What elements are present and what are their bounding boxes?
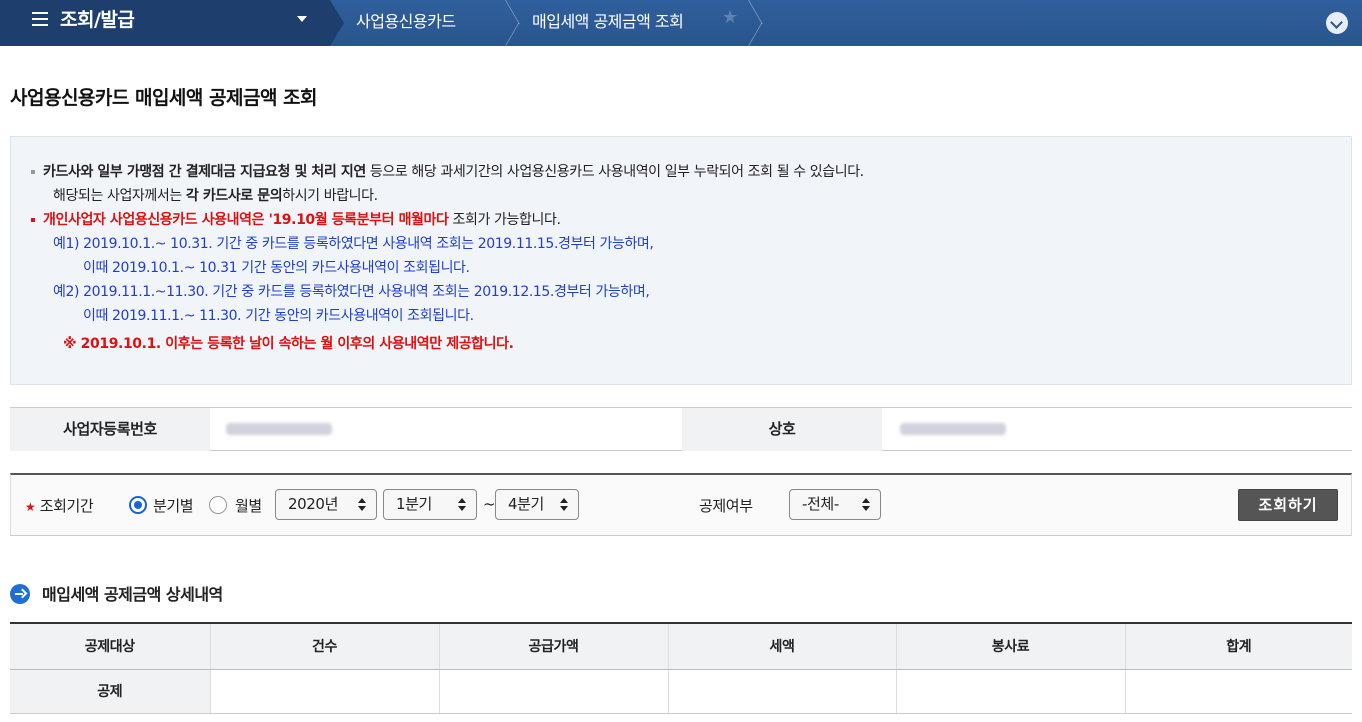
- radio-month-label[interactable]: 월별: [235, 495, 262, 516]
- name-value: [882, 408, 1352, 451]
- chevron-down-icon[interactable]: [297, 16, 307, 22]
- expand-chevron-icon[interactable]: [1326, 12, 1348, 34]
- select-arrows-icon: [862, 498, 870, 512]
- bullet-icon: [31, 170, 35, 174]
- to-quarter-value: 4분기: [508, 495, 544, 513]
- table-cell: [1124, 669, 1352, 714]
- biz-no-value: [210, 408, 682, 451]
- hamburger-icon[interactable]: [32, 12, 48, 28]
- year-select[interactable]: 2020년: [275, 489, 377, 520]
- column-header: 공급가액: [438, 622, 668, 670]
- column-header: 봉사료: [895, 622, 1125, 670]
- notice-example-2b: 이때 2019.11.1.~ 11.30. 기간 동안의 카드사용내역이 조회됩…: [83, 308, 474, 324]
- notice-line-3-red: 개인사업자 사업용신용카드 사용내역은 '19.10월 등록분부터 매월마다: [43, 212, 449, 228]
- column-header: 건수: [209, 622, 439, 670]
- deduct-select[interactable]: -전체-: [789, 489, 881, 520]
- notice-line-2-pre: 해당되는 사업자께서는: [53, 188, 186, 204]
- range-tilde: ~: [483, 495, 496, 513]
- notice-example-2a: 예2) 2019.11.1.~11.30. 기간 중 카드를 등록하였다면 사용…: [53, 284, 650, 300]
- page-title: 사업용신용카드 매입세액 공제금액 조회: [10, 87, 318, 109]
- table-header-row: 공제대상 건수 공급가액 세액 봉사료 합계: [10, 622, 1352, 670]
- deduct-label: 공제여부: [699, 497, 753, 515]
- table-row: 공제: [10, 669, 1352, 714]
- from-quarter-select[interactable]: 1분기: [383, 489, 477, 520]
- required-star-icon: ★: [25, 500, 36, 514]
- menu-segment[interactable]: 조회/발급: [0, 0, 330, 46]
- table-cell: [209, 669, 439, 714]
- deduction-detail-table: 공제대상 건수 공급가액 세액 봉사료 합계 공제: [10, 622, 1352, 714]
- year-select-value: 2020년: [288, 495, 338, 513]
- arrow-circle-icon: [10, 584, 30, 604]
- table-cell: 공제: [10, 669, 210, 714]
- notice-box: 카드사와 일부 가맹점 간 결제대금 지급요청 및 처리 지연 등으로 해당 과…: [10, 136, 1352, 385]
- column-header: 공제대상: [10, 622, 210, 670]
- business-info-row: 사업자등록번호 상호: [10, 407, 1352, 451]
- favorite-star-icon[interactable]: ★: [722, 7, 738, 28]
- breadcrumb-credit-card[interactable]: 사업용신용카드: [356, 8, 456, 32]
- period-label-wrap: ★ 조회기간: [25, 495, 94, 516]
- select-arrows-icon: [358, 498, 366, 512]
- notice-line-1: 카드사와 일부 가맹점 간 결제대금 지급요청 및 처리 지연 등으로 해당 과…: [31, 161, 864, 181]
- redacted-name: [900, 423, 1006, 435]
- radio-quarter-label[interactable]: 분기별: [153, 495, 194, 516]
- table-cell: [895, 669, 1125, 714]
- notice-warning: ※ 2019.10.1. 이후는 등록한 날이 속하는 월 이후의 사용내역만 …: [63, 336, 514, 352]
- notice-line-3-text: 조회가 가능합니다.: [448, 212, 561, 228]
- search-button[interactable]: 조회하기: [1238, 489, 1338, 521]
- period-label: 조회기간: [39, 497, 94, 515]
- section-title: 매입세액 공제금액 상세내역: [42, 585, 223, 604]
- notice-line-1-bold: 카드사와 일부 가맹점 간 결제대금 지급요청 및 처리 지연: [43, 164, 366, 180]
- table-cell: [667, 669, 896, 714]
- breadcrumb-current-page[interactable]: 매입세액 공제금액 조회: [532, 8, 684, 32]
- to-quarter-select[interactable]: 4분기: [495, 489, 579, 520]
- column-header: 합계: [1124, 622, 1352, 670]
- notice-line-2-post: 하시기 바랍니다.: [282, 188, 378, 204]
- radio-month[interactable]: [209, 496, 227, 514]
- from-quarter-value: 1분기: [396, 495, 432, 513]
- redacted-biz-no: [226, 423, 332, 435]
- notice-line-1-text: 등으로 해당 과세기간의 사업용신용카드 사용내역이 일부 누락되어 조회 될 …: [365, 164, 864, 180]
- deduct-select-value: -전체-: [802, 495, 839, 513]
- biz-no-label: 사업자등록번호: [10, 408, 210, 451]
- bullet-icon: [31, 218, 35, 222]
- notice-line-2-bold: 각 카드사로 문의: [185, 188, 283, 204]
- radio-quarter[interactable]: [129, 496, 147, 514]
- breadcrumb-separator: [748, 0, 762, 46]
- notice-example-1a: 예1) 2019.10.1.~ 10.31. 기간 중 카드를 등록하였다면 사…: [53, 236, 654, 252]
- menu-segment-arrow: [330, 0, 344, 46]
- notice-line-2: 해당되는 사업자께서는 각 카드사로 문의하시기 바랍니다.: [53, 185, 378, 205]
- name-label: 상호: [682, 408, 882, 451]
- select-arrows-icon: [458, 498, 466, 512]
- column-header: 세액: [667, 622, 896, 670]
- select-arrows-icon: [560, 498, 568, 512]
- breadcrumb-separator: [505, 0, 519, 46]
- notice-example-1b: 이때 2019.10.1.~ 10.31 기간 동안의 카드사용내역이 조회됩니…: [83, 260, 470, 276]
- search-form: ★ 조회기간 분기별 월별 2020년 1분기 ~ 4분기 공제여부 -전체- …: [10, 473, 1352, 536]
- notice-line-3: 개인사업자 사업용신용카드 사용내역은 '19.10월 등록분부터 매월마다 조…: [31, 209, 561, 229]
- menu-title[interactable]: 조회/발급: [60, 5, 135, 32]
- top-nav-bar: 조회/발급 사업용신용카드 매입세액 공제금액 조회 ★: [0, 0, 1362, 46]
- table-cell: [438, 669, 668, 714]
